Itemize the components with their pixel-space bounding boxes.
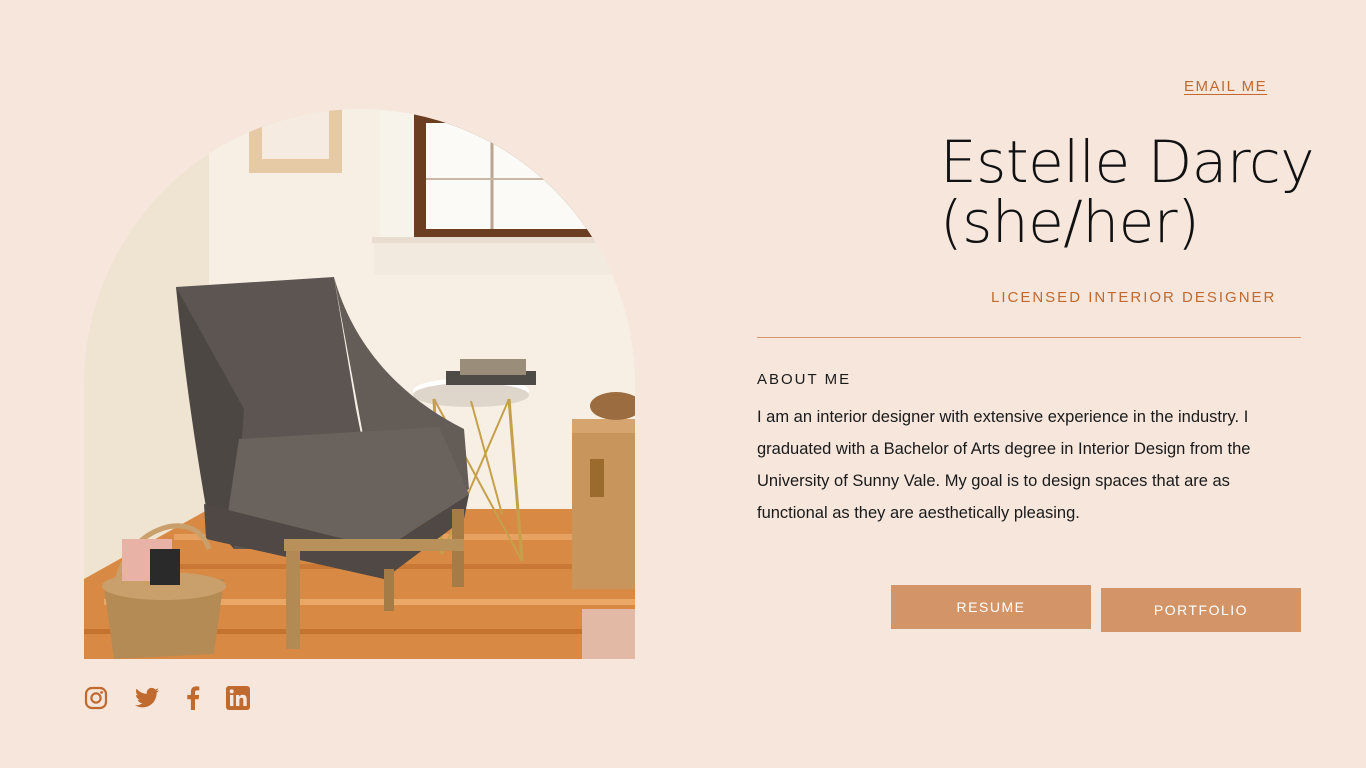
twitter-icon[interactable] xyxy=(135,685,160,711)
pronouns-line: (she/her) xyxy=(940,188,1200,256)
about-heading: ABOUT ME xyxy=(757,371,852,388)
facebook-icon[interactable] xyxy=(186,685,200,711)
email-me-link[interactable]: EMAIL ME xyxy=(1184,78,1267,95)
job-title: LICENSED INTERIOR DESIGNER xyxy=(991,289,1277,306)
room-photo xyxy=(84,109,635,659)
about-text: I am an interior designer with extensive… xyxy=(757,408,1251,522)
divider xyxy=(757,337,1301,338)
resume-button[interactable]: RESUME xyxy=(891,585,1091,629)
instagram-icon[interactable] xyxy=(84,685,108,711)
page-title: Estelle Darcy (she/her) xyxy=(940,132,1340,252)
portfolio-button[interactable]: PORTFOLIO xyxy=(1101,588,1301,632)
name-line: Estelle Darcy xyxy=(940,128,1315,196)
linkedin-icon[interactable] xyxy=(226,685,250,711)
